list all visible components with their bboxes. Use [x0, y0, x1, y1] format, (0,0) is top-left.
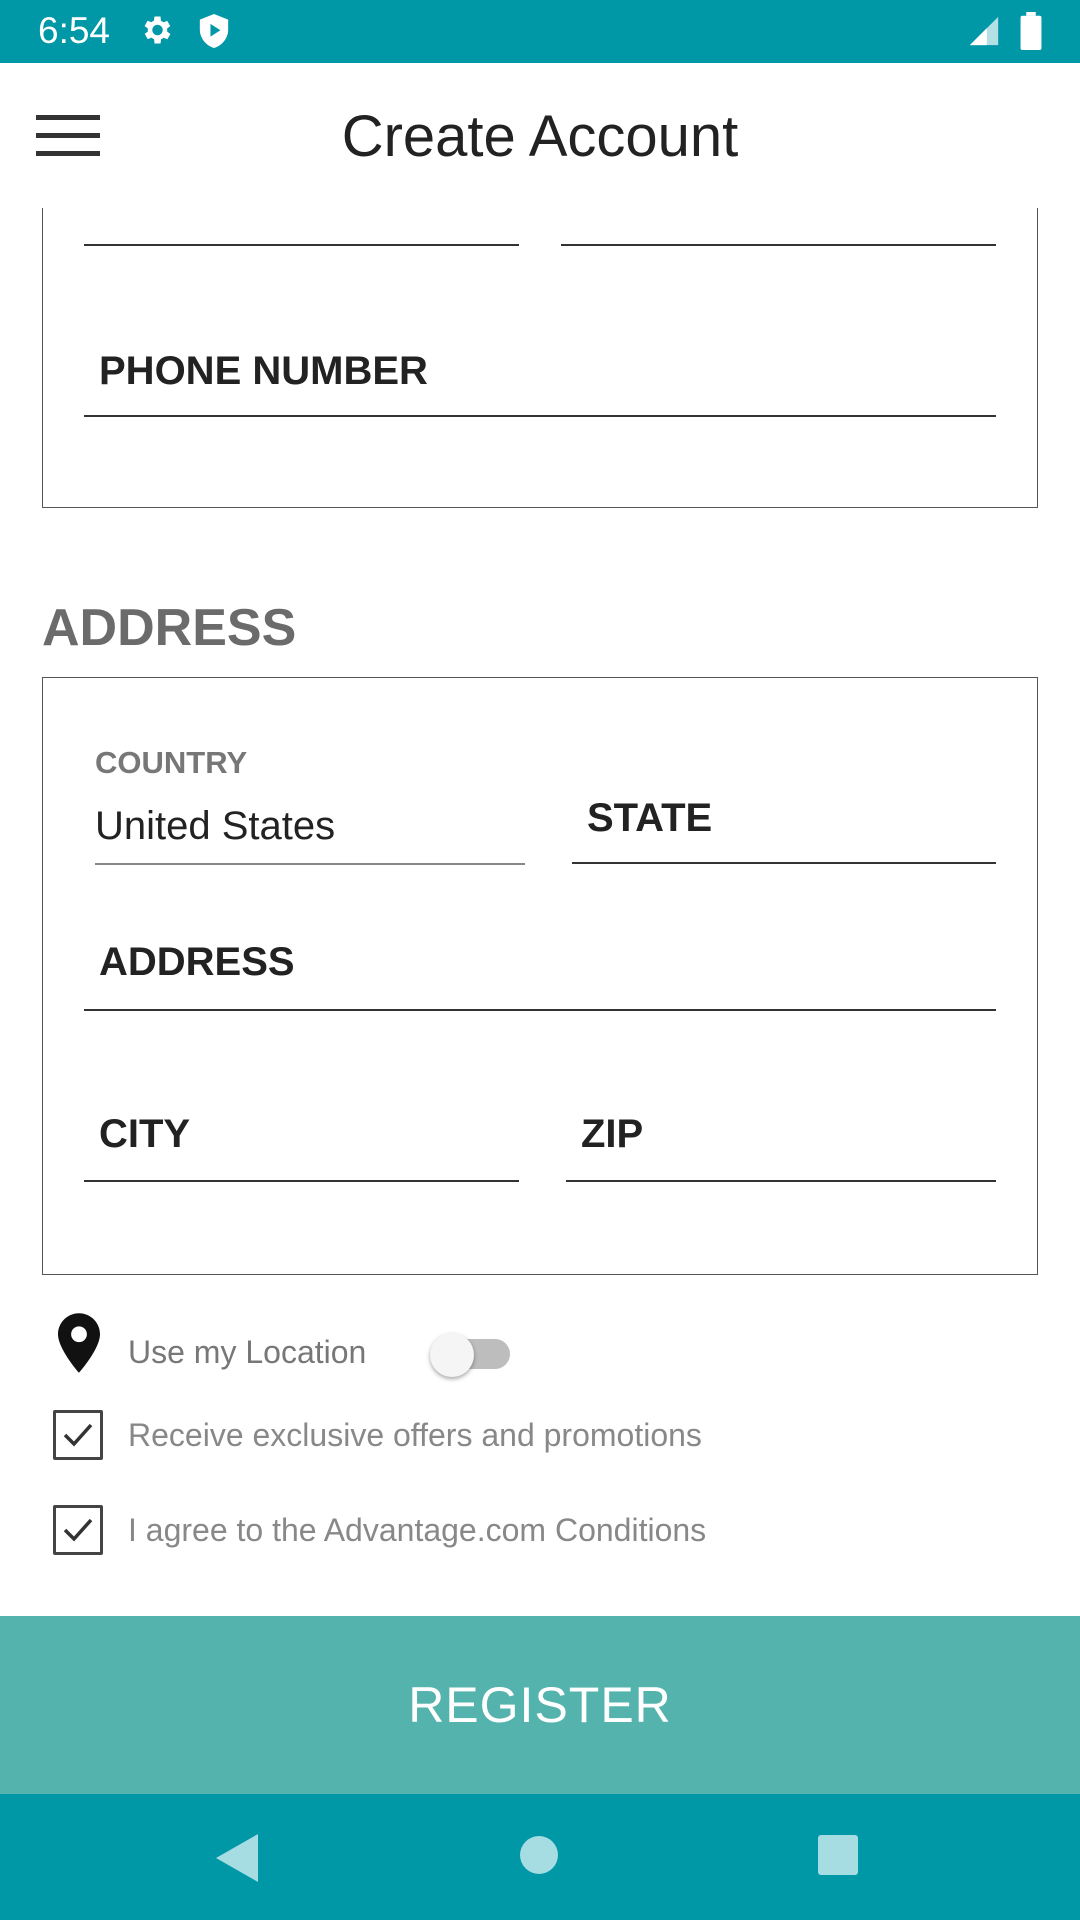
conditions-label: I agree to the Advantage.com Conditions [128, 1512, 707, 1548]
address-field[interactable]: ADDRESS [84, 923, 996, 1011]
navigation-bar [0, 1794, 1080, 1920]
zip-field[interactable]: ZIP [566, 1094, 996, 1182]
signal-icon [966, 14, 1002, 53]
page-title: Create Account [341, 104, 739, 169]
use-location-row: Use my Location [0, 1313, 1080, 1393]
zip-placeholder: ZIP [581, 1112, 644, 1156]
status-bar: 6:54 [0, 0, 1080, 63]
register-button[interactable]: REGISTER [0, 1616, 1080, 1794]
first-name-placeholder: FIRST NAME [99, 208, 343, 218]
phone-number-placeholder: PHONE NUMBER [99, 349, 428, 393]
status-time: 6:54 [38, 10, 111, 51]
phone-number-field[interactable]: PHONE NUMBER [84, 328, 996, 417]
first-name-field[interactable]: FIRST NAME [84, 208, 519, 246]
offers-label: Receive exclusive offers and promotions [128, 1417, 702, 1453]
offers-row: Receive exclusive offers and promotions [0, 1410, 1080, 1470]
form-scroll-area[interactable]: FIRST NAME LAST NAME PHONE NUMBER ADDRES… [0, 208, 1080, 1616]
location-pin-icon [58, 1313, 100, 1378]
home-icon[interactable] [520, 1836, 558, 1874]
country-caption: COUNTRY [95, 745, 248, 780]
use-location-toggle[interactable] [430, 1333, 512, 1377]
gear-icon [138, 12, 174, 53]
shield-icon [197, 12, 231, 55]
battery-icon [1019, 12, 1043, 55]
address-placeholder: ADDRESS [99, 940, 295, 984]
address-section-title: ADDRESS [42, 599, 297, 657]
conditions-checkbox[interactable] [53, 1505, 103, 1555]
conditions-row: I agree to the Advantage.com Conditions [0, 1505, 1080, 1565]
recents-icon[interactable] [818, 1835, 858, 1875]
city-placeholder: CITY [99, 1112, 191, 1156]
back-icon[interactable] [216, 1834, 258, 1887]
state-field[interactable]: STATE [572, 784, 996, 864]
country-underline [95, 863, 525, 865]
toolbar: Create Account [0, 63, 1080, 208]
state-placeholder: STATE [587, 796, 713, 840]
last-name-placeholder: LAST NAME [576, 208, 809, 218]
country-select[interactable]: United States [95, 802, 335, 850]
last-name-field[interactable]: LAST NAME [561, 208, 996, 246]
city-field[interactable]: CITY [84, 1094, 519, 1182]
offers-checkbox[interactable] [53, 1410, 103, 1460]
use-location-label: Use my Location [128, 1334, 367, 1370]
toggle-thumb [430, 1333, 474, 1377]
